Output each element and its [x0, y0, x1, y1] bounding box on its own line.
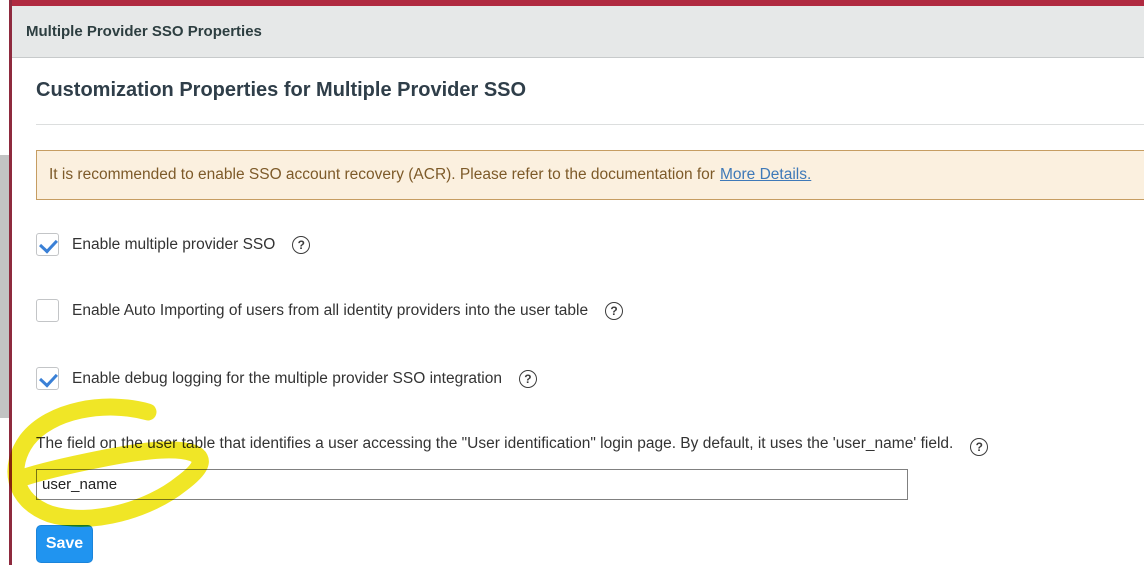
field-description-text: The field on the user table that identif… — [36, 435, 954, 452]
window-header: Multiple Provider SSO Properties — [12, 6, 1144, 58]
content-frame: Multiple Provider SSO Properties Customi… — [12, 6, 1144, 565]
recommendation-banner: It is recommended to enable SSO account … — [36, 150, 1144, 200]
checkbox-label: Enable Auto Importing of users from all … — [72, 301, 589, 319]
scrollbar-thumb[interactable] — [0, 155, 9, 418]
question-circle-icon[interactable]: ? — [970, 438, 989, 456]
question-circle-icon[interactable]: ? — [292, 235, 311, 254]
enable-multiple-provider-sso-checkbox[interactable] — [36, 233, 59, 256]
page-title: Customization Properties for Multiple Pr… — [36, 79, 527, 101]
row-enable-auto-importing: Enable Auto Importing of users from all … — [36, 299, 1144, 322]
main-content: Customization Properties for Multiple Pr… — [12, 79, 1144, 563]
user-field-input[interactable] — [36, 469, 908, 500]
more-details-link[interactable]: More Details. — [720, 166, 811, 184]
user-field-description: The field on the user table that identif… — [36, 435, 1144, 456]
row-enable-multiple-provider-sso: Enable multiple provider SSO ? — [36, 233, 1144, 256]
save-button[interactable]: Save — [36, 525, 93, 563]
enable-auto-importing-checkbox[interactable] — [36, 299, 59, 322]
row-enable-debug-logging: Enable debug logging for the multiple pr… — [36, 367, 1144, 390]
enable-debug-logging-checkbox[interactable] — [36, 367, 59, 390]
question-circle-icon[interactable]: ? — [518, 369, 537, 388]
checkbox-label: Enable multiple provider SSO — [72, 235, 276, 253]
title-divider — [36, 124, 1144, 125]
window-title: Multiple Provider SSO Properties — [26, 23, 262, 40]
question-circle-icon[interactable]: ? — [605, 301, 624, 320]
banner-text: It is recommended to enable SSO account … — [49, 166, 715, 183]
checkbox-label: Enable debug logging for the multiple pr… — [72, 369, 502, 387]
